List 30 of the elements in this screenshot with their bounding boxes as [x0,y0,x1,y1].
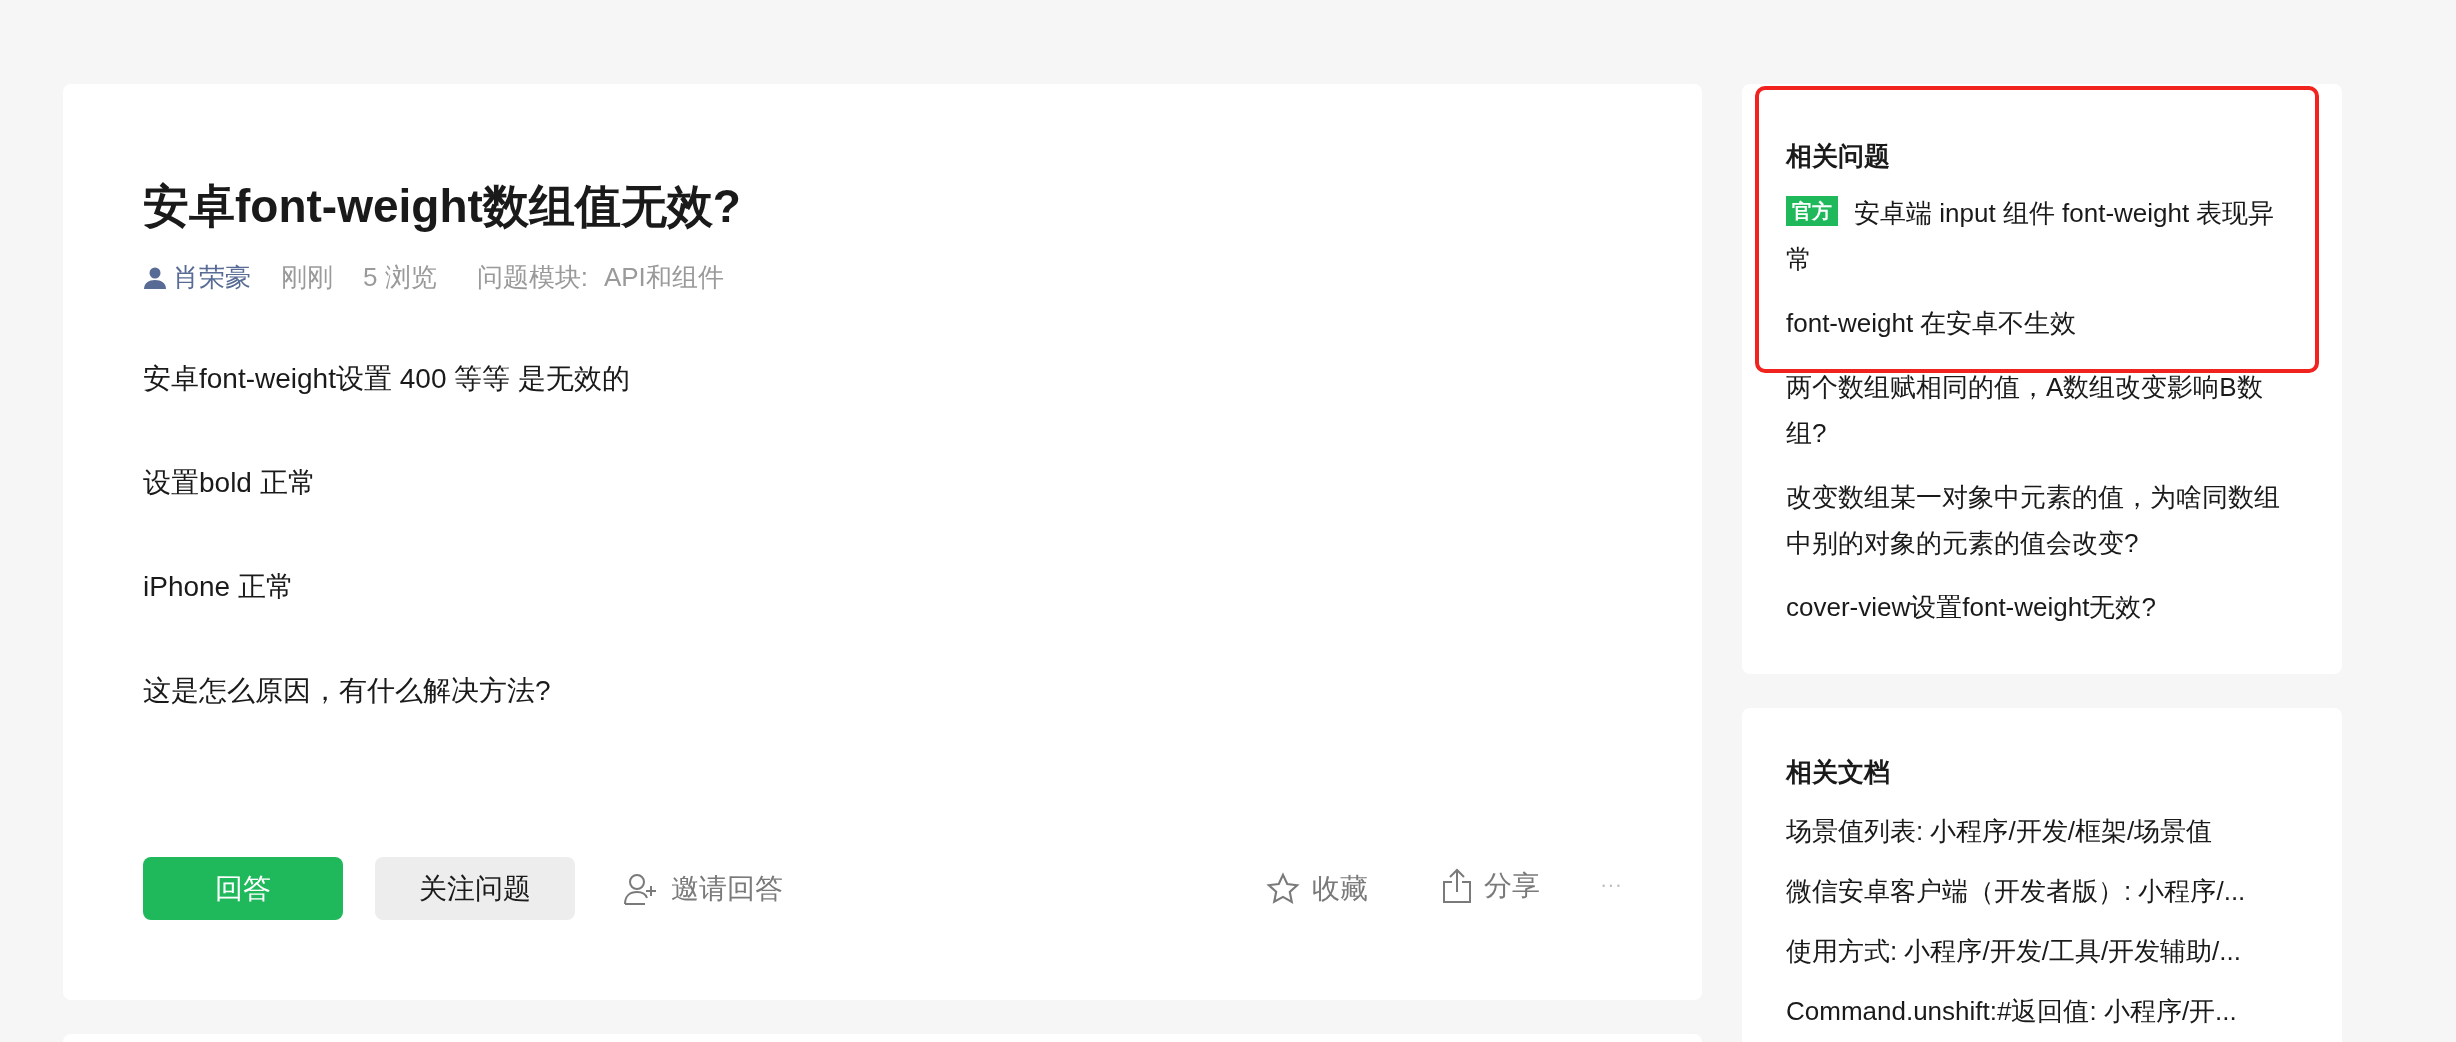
body-paragraph: 设置bold 正常 [143,466,316,500]
add-user-icon [623,871,659,906]
view-count: 5 浏览 [363,261,437,294]
post-time: 刚刚 [281,261,333,294]
body-paragraph: iPhone 正常 [143,570,294,604]
official-badge: 官方 [1786,196,1838,226]
related-doc-link[interactable]: 使用方式: 小程序/开发/工具/开发辅助/... [1786,928,2241,974]
related-question-link[interactable]: 两个数组赋相同的值，A数组改变影响B数组? [1786,364,2282,456]
related-question-link[interactable]: cover-view设置font-weight无效? [1786,584,2282,630]
related-doc-link[interactable]: 场景值列表: 小程序/开发/框架/场景值 [1786,808,2213,854]
related-doc-link[interactable]: Command.unshift:#返回值: 小程序/开... [1786,988,2237,1034]
question-title: 安卓font-weight数组值无效? [143,179,741,234]
module-name: API和组件 [603,261,724,294]
collect-button[interactable]: 收藏 [1266,867,1368,910]
body-paragraph: 安卓font-weight设置 400 等等 是无效的 [143,362,631,396]
share-icon [1442,867,1472,904]
body-paragraph: 这是怎么原因，有什么解决方法? [143,674,551,708]
related-question-link[interactable]: 改变数组某一对象中元素的值，为啥同数组中别的对象的元素的值会改变? [1786,474,2282,566]
section-title: 相关文档 [1786,756,1891,789]
invite-button[interactable]: 邀请回答 [623,867,783,910]
user-icon [143,265,167,290]
module-label: 问题模块: [476,261,588,294]
section-title: 相关问题 [1786,140,1891,173]
related-question-link[interactable]: 官方 安卓端 input 组件 font-weight 表现异常 [1786,190,2282,282]
related-question-link[interactable]: font-weight 在安卓不生效 [1786,300,2282,346]
author-link[interactable]: 肖荣豪 [143,258,251,297]
star-icon [1266,871,1300,906]
follow-button[interactable]: 关注问题 [375,857,575,920]
share-button[interactable]: 分享 [1442,864,1540,907]
related-doc-link[interactable]: 微信安卓客户端（开发者版）: 小程序/... [1786,868,2246,914]
